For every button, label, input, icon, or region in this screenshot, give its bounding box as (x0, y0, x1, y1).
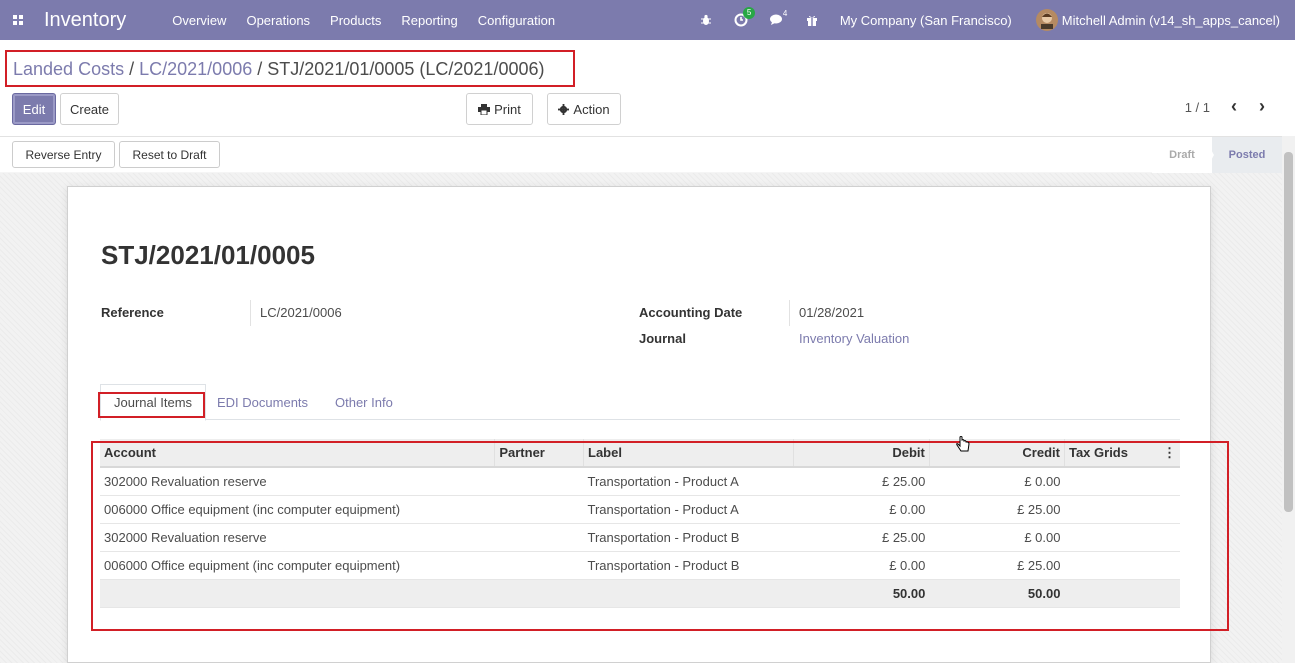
action-label: Action (573, 101, 610, 117)
chevron-left-icon[interactable]: ‹ (1231, 96, 1237, 117)
tab-edi-documents[interactable]: EDI Documents (217, 384, 308, 420)
messages-count: 4 (782, 9, 788, 18)
hand-pointer-icon (955, 436, 971, 457)
app-title[interactable]: Inventory (44, 9, 126, 32)
avatar[interactable] (1035, 9, 1058, 31)
notebook-tabs: Journal Items EDI Documents Other Info (100, 384, 1180, 421)
reset-to-draft-button[interactable]: Reset to Draft (119, 141, 220, 168)
company-switcher[interactable]: My Company (San Francisco) (840, 13, 1012, 28)
journal-value[interactable]: Inventory Valuation (799, 331, 909, 346)
menu-reporting[interactable]: Reporting (401, 13, 457, 28)
print-label: Print (494, 101, 521, 117)
stage-draft[interactable]: Draft (1152, 137, 1212, 173)
field-separator (789, 300, 790, 326)
scrollbar-thumb[interactable] (1284, 152, 1293, 512)
table-highlight (91, 441, 1229, 631)
gear-icon (558, 103, 570, 115)
print-button[interactable]: Print (466, 93, 533, 125)
reverse-entry-button[interactable]: Reverse Entry (12, 141, 115, 168)
tab-highlight (98, 392, 205, 418)
scrollbar[interactable] (1282, 136, 1295, 663)
messages-icon[interactable]: 4 (769, 9, 787, 26)
edit-button[interactable]: Edit (12, 93, 56, 125)
create-button[interactable]: Create (60, 93, 119, 125)
field-separator (250, 300, 251, 326)
menu-overview[interactable]: Overview (172, 13, 226, 28)
breadcrumb-highlight (5, 50, 575, 87)
journal-label: Journal (639, 331, 686, 346)
systray: 5 4 My Company (San Francisco) Mitchell … (700, 0, 1295, 40)
print-icon (478, 103, 491, 115)
status-bar: Reverse Entry Reset to Draft Draft Poste… (0, 136, 1282, 173)
reference-label: Reference (101, 305, 164, 320)
tab-other-info[interactable]: Other Info (335, 384, 393, 420)
record-title: STJ/2021/01/0005 (101, 240, 315, 270)
top-navbar: Inventory Overview Operations Products R… (0, 0, 1295, 40)
gift-icon[interactable] (806, 14, 818, 26)
reference-value: LC/2021/0006 (260, 305, 342, 320)
menu-products[interactable]: Products (330, 13, 381, 28)
stage-posted[interactable]: Posted (1212, 137, 1282, 173)
chevron-right-icon[interactable]: › (1259, 96, 1265, 117)
activity-clock-icon[interactable]: 5 (734, 7, 756, 27)
menu-configuration[interactable]: Configuration (478, 13, 555, 28)
main-menu: Overview Operations Products Reporting C… (172, 13, 575, 28)
pager-value[interactable]: 1 / 1 (1185, 100, 1210, 115)
accounting-date-value: 01/28/2021 (799, 305, 865, 320)
user-menu[interactable]: Mitchell Admin (v14_sh_apps_cancel) (1062, 13, 1280, 28)
accounting-date-label: Accounting Date (639, 305, 743, 320)
stage-arrow (1204, 137, 1214, 173)
bug-icon[interactable] (700, 14, 712, 26)
apps-menu-icon[interactable] (0, 14, 36, 26)
menu-operations[interactable]: Operations (246, 13, 310, 28)
activity-badge: 5 (742, 7, 756, 19)
action-button[interactable]: Action (547, 93, 621, 125)
